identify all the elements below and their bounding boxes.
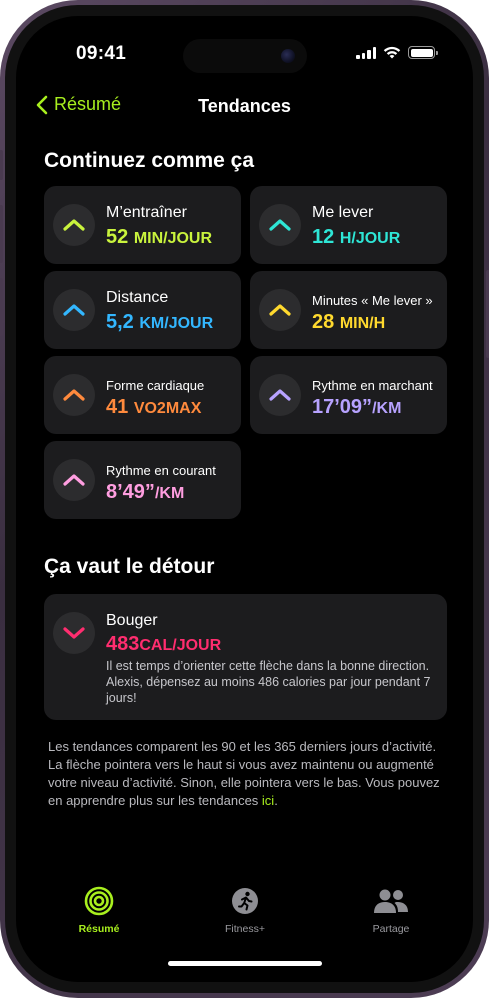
arrow-up-icon xyxy=(53,459,95,501)
dynamic-island xyxy=(183,39,307,73)
volume-up-button xyxy=(0,205,3,263)
learn-more-link[interactable]: ici xyxy=(262,793,274,808)
footer-explanation: Les tendances comparent les 90 et les 36… xyxy=(48,739,440,808)
trend-value: 28 MIN/H xyxy=(312,311,386,333)
activity-rings-icon xyxy=(49,886,149,916)
trend-card-stand[interactable]: Me lever 12 H/JOUR xyxy=(250,186,447,264)
tab-sharing[interactable]: Partage xyxy=(341,886,441,935)
tab-fitness-plus[interactable]: Fitness+ xyxy=(195,886,295,935)
trend-value: 52 MIN/JOUR xyxy=(106,226,213,248)
screen: 09:41 Résumé Tendances Continuez comme ç… xyxy=(16,16,473,982)
tab-summary[interactable]: Résumé xyxy=(49,886,149,935)
trend-card-exercise[interactable]: M’entraîner 52 MIN/JOUR xyxy=(44,186,241,264)
page-title: Tendances xyxy=(198,96,291,116)
trend-label: Me lever xyxy=(312,204,374,221)
status-icons xyxy=(356,46,438,59)
battery-icon xyxy=(408,46,438,59)
trend-card-cardio-fitness[interactable]: Forme cardiaque 41 VO2MAX xyxy=(44,356,241,434)
section-title-worth-detour: Ça vaut le détour xyxy=(44,555,215,578)
arrow-up-icon xyxy=(259,289,301,331)
arrow-up-icon xyxy=(53,374,95,416)
trend-value: 12 H/JOUR xyxy=(312,226,401,248)
volume-down-button xyxy=(0,278,3,336)
trend-label: Rythme en marchant xyxy=(312,378,433,393)
trend-card-stand-minutes[interactable]: Minutes « Me lever » 28 MIN/H xyxy=(250,271,447,349)
home-indicator[interactable] xyxy=(168,961,322,966)
wifi-icon xyxy=(383,46,401,59)
action-button xyxy=(0,150,3,180)
trend-card-move[interactable]: Bouger 483CAL/JOUR Il est temps d’orient… xyxy=(44,594,447,720)
arrow-down-icon xyxy=(53,612,95,654)
trend-label: Distance xyxy=(106,289,169,306)
section-title-keep-up: Continuez comme ça xyxy=(44,149,255,172)
trend-value: 8’49”/KM xyxy=(106,481,185,503)
trend-value: 17’09”/KM xyxy=(312,396,402,418)
cellular-signal-icon xyxy=(356,46,376,59)
trend-label: M’entraîner xyxy=(106,204,187,221)
people-icon xyxy=(341,886,441,916)
trend-description: Il est temps d’orienter cette flèche dan… xyxy=(106,659,431,705)
trend-label: Rythme en courant xyxy=(106,463,216,478)
camera-icon xyxy=(281,49,295,63)
trend-card-distance[interactable]: Distance 5,2 KM/JOUR xyxy=(44,271,241,349)
trend-label: Bouger xyxy=(106,612,158,629)
navigation-bar: Résumé Tendances xyxy=(16,94,473,118)
trend-value: 5,2 KM/JOUR xyxy=(106,311,214,333)
arrow-up-icon xyxy=(259,374,301,416)
trend-value: 483CAL/JOUR xyxy=(106,633,222,655)
tab-bar: Résumé Fitness+ Partage xyxy=(16,886,473,946)
arrow-up-icon xyxy=(53,204,95,246)
arrow-up-icon xyxy=(259,204,301,246)
trend-card-walking-pace[interactable]: Rythme en marchant 17’09”/KM xyxy=(250,356,447,434)
trend-value: 41 VO2MAX xyxy=(106,396,202,418)
runner-icon xyxy=(195,886,295,916)
trend-label: Forme cardiaque xyxy=(106,378,205,393)
trend-label: Minutes « Me lever » xyxy=(312,293,433,308)
status-time: 09:41 xyxy=(76,43,127,64)
arrow-up-icon xyxy=(53,289,95,331)
trend-card-running-pace[interactable]: Rythme en courant 8’49”/KM xyxy=(44,441,241,519)
